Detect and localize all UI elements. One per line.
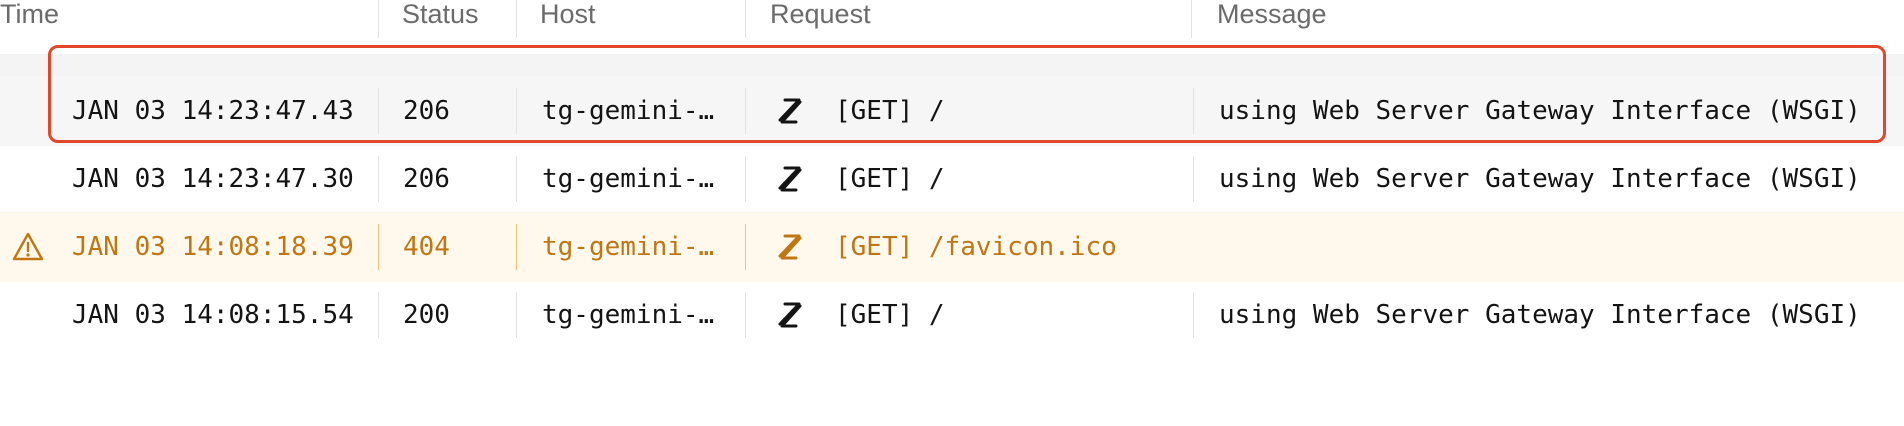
column-divider[interactable]: [745, 0, 746, 38]
request-cell: [GET] /: [835, 300, 945, 330]
column-divider[interactable]: [378, 0, 379, 38]
column-header-host[interactable]: Host: [540, 0, 596, 30]
vercel-s-logo-icon: [778, 302, 802, 328]
cell-divider: [745, 224, 746, 270]
time-cell: JAN 03 14:08:18.39: [72, 232, 354, 262]
column-divider[interactable]: [1191, 0, 1192, 38]
time-cell: JAN 03 14:08:15.54: [72, 300, 354, 330]
column-header-message[interactable]: Message: [1217, 0, 1327, 30]
request-cell: [GET] /: [835, 164, 945, 194]
time-cell: JAN 03 14:23:47.30: [72, 164, 354, 194]
cell-divider: [516, 156, 517, 202]
selection-highlight: [48, 45, 1886, 143]
log-row[interactable]: JAN 03 14:08:15.54 200 tg-gemini-… [GET]…: [0, 280, 1904, 350]
table-header: Time Status Host Request Message: [0, 0, 1904, 38]
request-cell: [GET] /favicon.ico: [835, 232, 1117, 262]
message-cell: using Web Server Gateway Interface (WSGI…: [1219, 164, 1861, 194]
log-row[interactable]: JAN 03 14:23:47.30 206 tg-gemini-… [GET]…: [0, 144, 1904, 214]
cell-divider: [378, 156, 379, 202]
vercel-s-logo-icon: [778, 234, 802, 260]
status-cell: 404: [403, 232, 450, 262]
warning-triangle-icon: [12, 232, 44, 261]
cell-divider: [1193, 292, 1194, 338]
cell-divider: [378, 224, 379, 270]
status-cell: 206: [403, 164, 450, 194]
host-cell: tg-gemini-…: [542, 164, 715, 194]
cell-divider: [516, 292, 517, 338]
cell-divider: [1193, 156, 1194, 202]
column-divider[interactable]: [516, 0, 517, 38]
host-cell: tg-gemini-…: [542, 300, 715, 330]
cell-divider: [745, 292, 746, 338]
cell-divider: [516, 224, 517, 270]
host-cell: tg-gemini-…: [542, 232, 715, 262]
column-header-request[interactable]: Request: [770, 0, 871, 30]
column-header-status[interactable]: Status: [402, 0, 479, 30]
log-row[interactable]: JAN 03 14:08:18.39 404 tg-gemini-… [GET]…: [0, 212, 1904, 282]
cell-divider: [378, 292, 379, 338]
cell-divider: [745, 156, 746, 202]
column-header-time[interactable]: Time: [0, 0, 59, 30]
message-cell: using Web Server Gateway Interface (WSGI…: [1219, 300, 1861, 330]
status-cell: 200: [403, 300, 450, 330]
vercel-s-logo-icon: [778, 166, 802, 192]
